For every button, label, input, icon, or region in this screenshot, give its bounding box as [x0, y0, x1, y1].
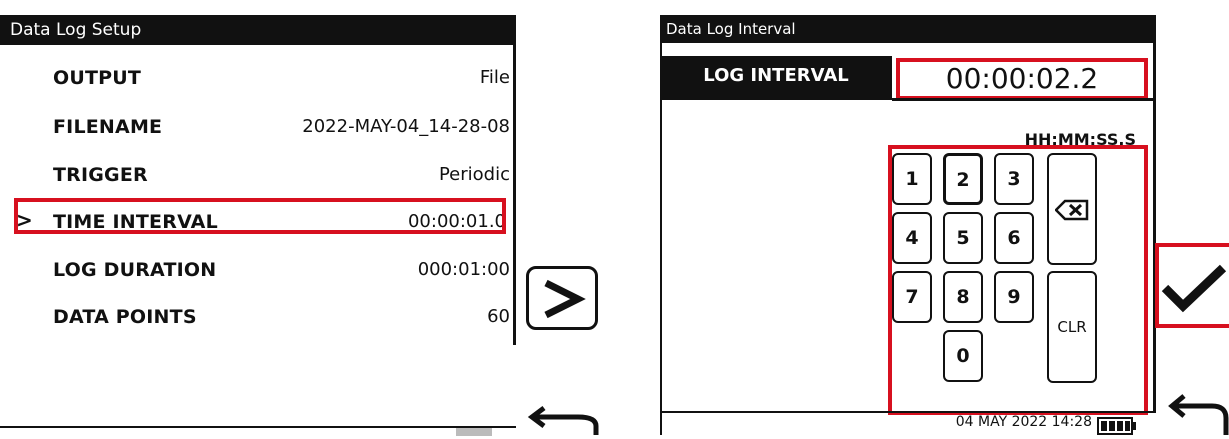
battery-icon	[1097, 417, 1136, 435]
screen-title: Data Log Interval	[660, 15, 1156, 43]
setting-row-output[interactable]: OUTPUT File	[0, 56, 516, 104]
setting-value: 60	[487, 306, 510, 327]
back-button[interactable]	[1166, 392, 1229, 439]
setting-value: 000:01:00	[417, 259, 510, 280]
setting-label: DATA POINTS	[53, 306, 197, 328]
backspace-key[interactable]	[1047, 153, 1097, 265]
setting-row-log-duration[interactable]: LOG DURATION 000:01:00	[0, 248, 516, 296]
status-date-time: 04 MAY 2022 14:28	[955, 414, 1092, 430]
setting-value: Periodic	[438, 164, 510, 185]
setting-value: File	[479, 67, 510, 88]
checkmark-icon	[1161, 264, 1227, 313]
return-arrow-icon	[527, 406, 599, 435]
input-underline	[892, 98, 1154, 101]
chevron-right-icon	[544, 279, 586, 319]
back-button[interactable]	[526, 404, 600, 439]
return-arrow-icon	[1168, 394, 1229, 435]
key-0[interactable]: 0	[943, 330, 983, 382]
key-8[interactable]: 8	[943, 271, 983, 323]
key-7[interactable]: 7	[892, 271, 932, 323]
clear-key[interactable]: CLR	[1047, 271, 1097, 383]
setting-row-trigger[interactable]: TRIGGER Periodic	[0, 153, 516, 201]
setting-row-data-points[interactable]: DATA POINTS 60	[0, 295, 516, 343]
numeric-keypad: 1 2 3 4 5 6 7 8 9 0 CLR	[888, 145, 1148, 415]
log-interval-label: LOG INTERVAL	[660, 56, 892, 100]
key-3[interactable]: 3	[994, 153, 1034, 205]
setting-label: TRIGGER	[53, 164, 148, 186]
key-9[interactable]: 9	[994, 271, 1034, 323]
setting-row-filename[interactable]: FILENAME 2022-MAY-04_14-28-08	[0, 105, 516, 153]
status-bar-divider	[0, 426, 516, 428]
key-4[interactable]: 4	[892, 212, 932, 264]
next-button[interactable]	[526, 266, 598, 330]
screen-border	[660, 43, 662, 435]
backspace-icon	[1055, 199, 1089, 221]
log-interval-input[interactable]: 00:00:02.2	[896, 58, 1148, 100]
setting-label: LOG DURATION	[53, 259, 217, 281]
screen-title: Data Log Setup	[0, 15, 516, 45]
status-bar-divider	[660, 411, 1156, 413]
key-6[interactable]: 6	[994, 212, 1034, 264]
data-log-interval-screen: Data Log Interval LOG INTERVAL 00:00:02.…	[660, 0, 1156, 435]
setting-label: FILENAME	[53, 116, 163, 138]
setting-value: 2022-MAY-04_14-28-08	[302, 116, 510, 137]
data-log-setup-screen: Data Log Setup OUTPUT File FILENAME 2022…	[0, 0, 516, 436]
selected-row-highlight	[14, 198, 506, 234]
setting-label: OUTPUT	[53, 67, 142, 89]
key-1[interactable]: 1	[892, 153, 932, 205]
key-2[interactable]: 2	[943, 153, 983, 205]
confirm-button[interactable]	[1159, 260, 1229, 320]
key-5[interactable]: 5	[943, 212, 983, 264]
